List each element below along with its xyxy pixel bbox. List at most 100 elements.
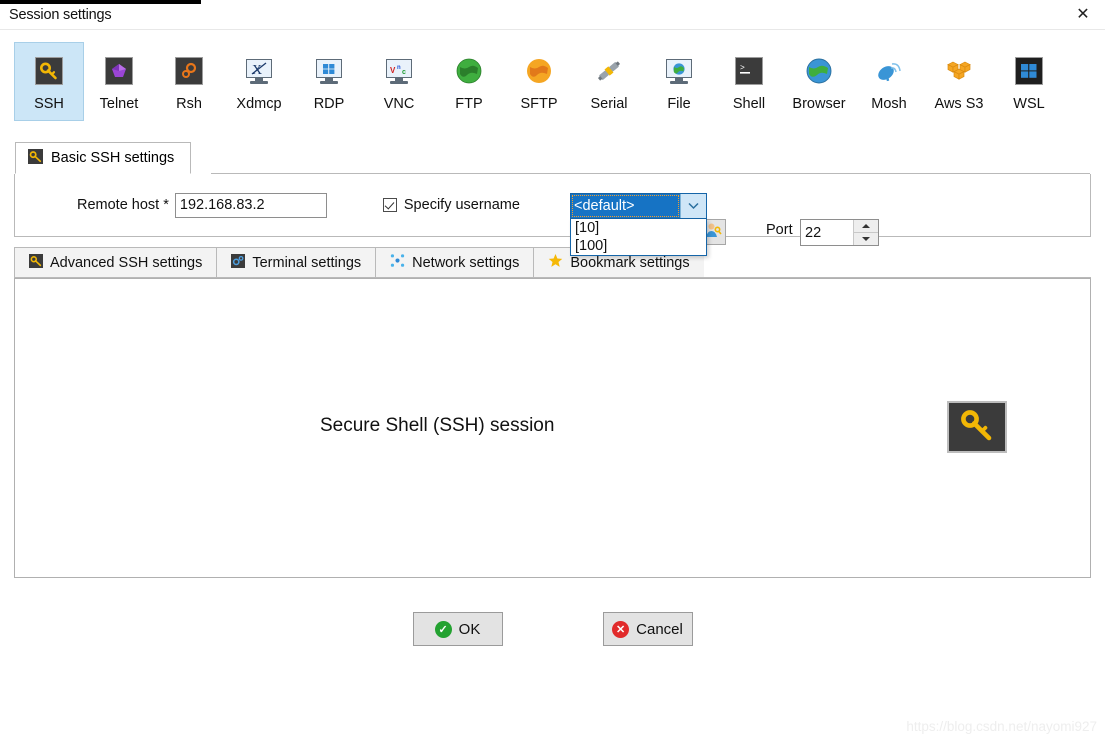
watermark: https://blog.csdn.net/nayomi927 bbox=[906, 719, 1097, 734]
protocol-label: File bbox=[667, 96, 691, 112]
star-icon bbox=[548, 253, 563, 272]
cancel-button[interactable]: ✕ Cancel bbox=[602, 612, 693, 646]
protocol-rsh[interactable]: Rsh bbox=[154, 42, 224, 121]
accent-bar bbox=[0, 0, 201, 4]
dialog-footer: ✓ OK ✕ Cancel bbox=[0, 612, 1105, 646]
session-description: Secure Shell (SSH) session bbox=[320, 415, 555, 436]
username-combobox-field[interactable]: <default> bbox=[570, 193, 707, 219]
username-selected-value: <default> bbox=[571, 194, 680, 218]
remote-host-input[interactable] bbox=[174, 192, 327, 218]
protocol-sftp[interactable]: SFTP bbox=[504, 42, 574, 121]
x-monitor-icon: X bbox=[243, 55, 275, 87]
protocol-label: Mosh bbox=[871, 96, 907, 112]
protocol-ssh[interactable]: SSH bbox=[14, 42, 84, 121]
key-icon bbox=[29, 253, 43, 272]
protocol-label: FTP bbox=[455, 96, 483, 112]
protocol-xdmcp[interactable]: X Xdmcp bbox=[224, 42, 294, 121]
x-circle-icon: ✕ bbox=[612, 620, 630, 638]
protocol-label: SSH bbox=[34, 96, 64, 112]
protocol-aws-s3[interactable]: Aws S3 bbox=[924, 42, 994, 121]
title-bar: Session settings ✕ bbox=[0, 0, 1105, 30]
protocol-wsl[interactable]: WSL bbox=[994, 42, 1064, 121]
green-globe-icon bbox=[453, 55, 485, 87]
protocol-label: Xdmcp bbox=[236, 96, 282, 112]
protocol-rdp[interactable]: RDP bbox=[294, 42, 364, 121]
protocol-file[interactable]: File bbox=[644, 42, 714, 121]
window-title: Session settings bbox=[9, 7, 112, 23]
protocol-label: Telnet bbox=[99, 96, 139, 112]
blue-globe-icon bbox=[803, 55, 835, 87]
cancel-button-label: Cancel bbox=[636, 620, 683, 638]
protocol-label: WSL bbox=[1013, 96, 1045, 112]
terminal-gear-icon bbox=[231, 253, 246, 272]
username-option[interactable]: [10] bbox=[571, 219, 706, 237]
plug-connector-icon bbox=[593, 55, 625, 87]
ok-button-label: OK bbox=[458, 620, 481, 638]
tab-advanced-ssh-settings[interactable]: Advanced SSH settings bbox=[14, 247, 217, 277]
windows-logo-icon bbox=[1013, 55, 1045, 87]
port-label: Port bbox=[766, 222, 793, 238]
tab-terminal-settings[interactable]: Terminal settings bbox=[216, 247, 376, 277]
protocol-label: Aws S3 bbox=[934, 96, 984, 112]
vnc-monitor-icon: V n c bbox=[383, 55, 415, 87]
key-icon bbox=[947, 401, 1007, 453]
orange-gears-icon bbox=[173, 55, 205, 87]
globe-monitor-icon bbox=[663, 55, 695, 87]
protocol-label: Rsh bbox=[176, 96, 202, 112]
protocol-label: VNC bbox=[383, 96, 415, 112]
network-nodes-icon bbox=[390, 253, 405, 272]
specify-username-label: Specify username bbox=[403, 197, 520, 213]
tab-network-settings[interactable]: Network settings bbox=[375, 247, 534, 277]
port-decrement-button[interactable] bbox=[854, 233, 878, 245]
settings-tab-strip: Advanced SSH settings Terminal settings … bbox=[14, 247, 1091, 278]
satellite-dish-icon bbox=[873, 55, 905, 87]
protocol-label: Serial bbox=[590, 96, 628, 112]
close-icon[interactable]: ✕ bbox=[1061, 0, 1105, 28]
terminal-prompt-icon: > bbox=[733, 55, 765, 87]
tab-basic-ssh-settings[interactable]: Basic SSH settings bbox=[15, 142, 192, 174]
svg-text:>: > bbox=[740, 64, 745, 73]
orange-globe-icon bbox=[523, 55, 555, 87]
port-spin-buttons[interactable] bbox=[853, 220, 878, 245]
chevron-down-icon[interactable] bbox=[680, 194, 706, 218]
triangle-up-icon bbox=[862, 224, 870, 228]
protocol-label: SFTP bbox=[520, 96, 558, 112]
protocol-label: RDP bbox=[313, 96, 345, 112]
protocol-ftp[interactable]: FTP bbox=[434, 42, 504, 121]
key-icon bbox=[33, 55, 65, 87]
remote-host-label: Remote host * bbox=[77, 197, 169, 213]
windows-monitor-icon bbox=[313, 55, 345, 87]
basic-ssh-settings-group: Basic SSH settings Remote host * Specify… bbox=[14, 142, 1091, 256]
tab-strip-filler bbox=[704, 247, 1091, 277]
check-circle-icon: ✓ bbox=[434, 620, 452, 638]
protocol-label: Browser bbox=[792, 96, 846, 112]
port-input[interactable] bbox=[801, 220, 853, 245]
checkbox-box bbox=[382, 198, 397, 212]
purple-gem-icon bbox=[103, 55, 135, 87]
basic-form-row: Remote host * Specify username bbox=[15, 174, 1090, 236]
tab-label: Terminal settings bbox=[252, 254, 362, 271]
port-spinner[interactable] bbox=[800, 219, 879, 246]
svg-text:c: c bbox=[402, 69, 406, 76]
username-combobox[interactable]: <default> [10] [100] bbox=[570, 193, 707, 256]
ok-button[interactable]: ✓ OK bbox=[412, 612, 503, 646]
specify-username-checkbox[interactable]: Specify username bbox=[382, 197, 520, 213]
username-option[interactable]: [100] bbox=[571, 237, 706, 255]
tab-label: Advanced SSH settings bbox=[50, 254, 203, 271]
protocol-telnet[interactable]: Telnet bbox=[84, 42, 154, 121]
protocol-label: Shell bbox=[732, 96, 766, 112]
port-increment-button[interactable] bbox=[854, 220, 878, 233]
svg-text:V: V bbox=[390, 66, 396, 75]
protocol-serial[interactable]: Serial bbox=[574, 42, 644, 121]
protocol-mosh[interactable]: Mosh bbox=[854, 42, 924, 121]
svg-text:n: n bbox=[397, 65, 401, 71]
tab-label: Network settings bbox=[412, 254, 520, 271]
protocol-vnc[interactable]: V n c VNC bbox=[364, 42, 434, 121]
protocol-browser[interactable]: Browser bbox=[784, 42, 854, 121]
username-option-list[interactable]: [10] [100] bbox=[570, 219, 707, 256]
session-content-panel: Secure Shell (SSH) session bbox=[14, 278, 1091, 578]
key-icon bbox=[28, 148, 43, 168]
orange-cubes-icon bbox=[943, 55, 975, 87]
tab-label: Basic SSH settings bbox=[51, 150, 175, 166]
protocol-shell[interactable]: > Shell bbox=[714, 42, 784, 121]
